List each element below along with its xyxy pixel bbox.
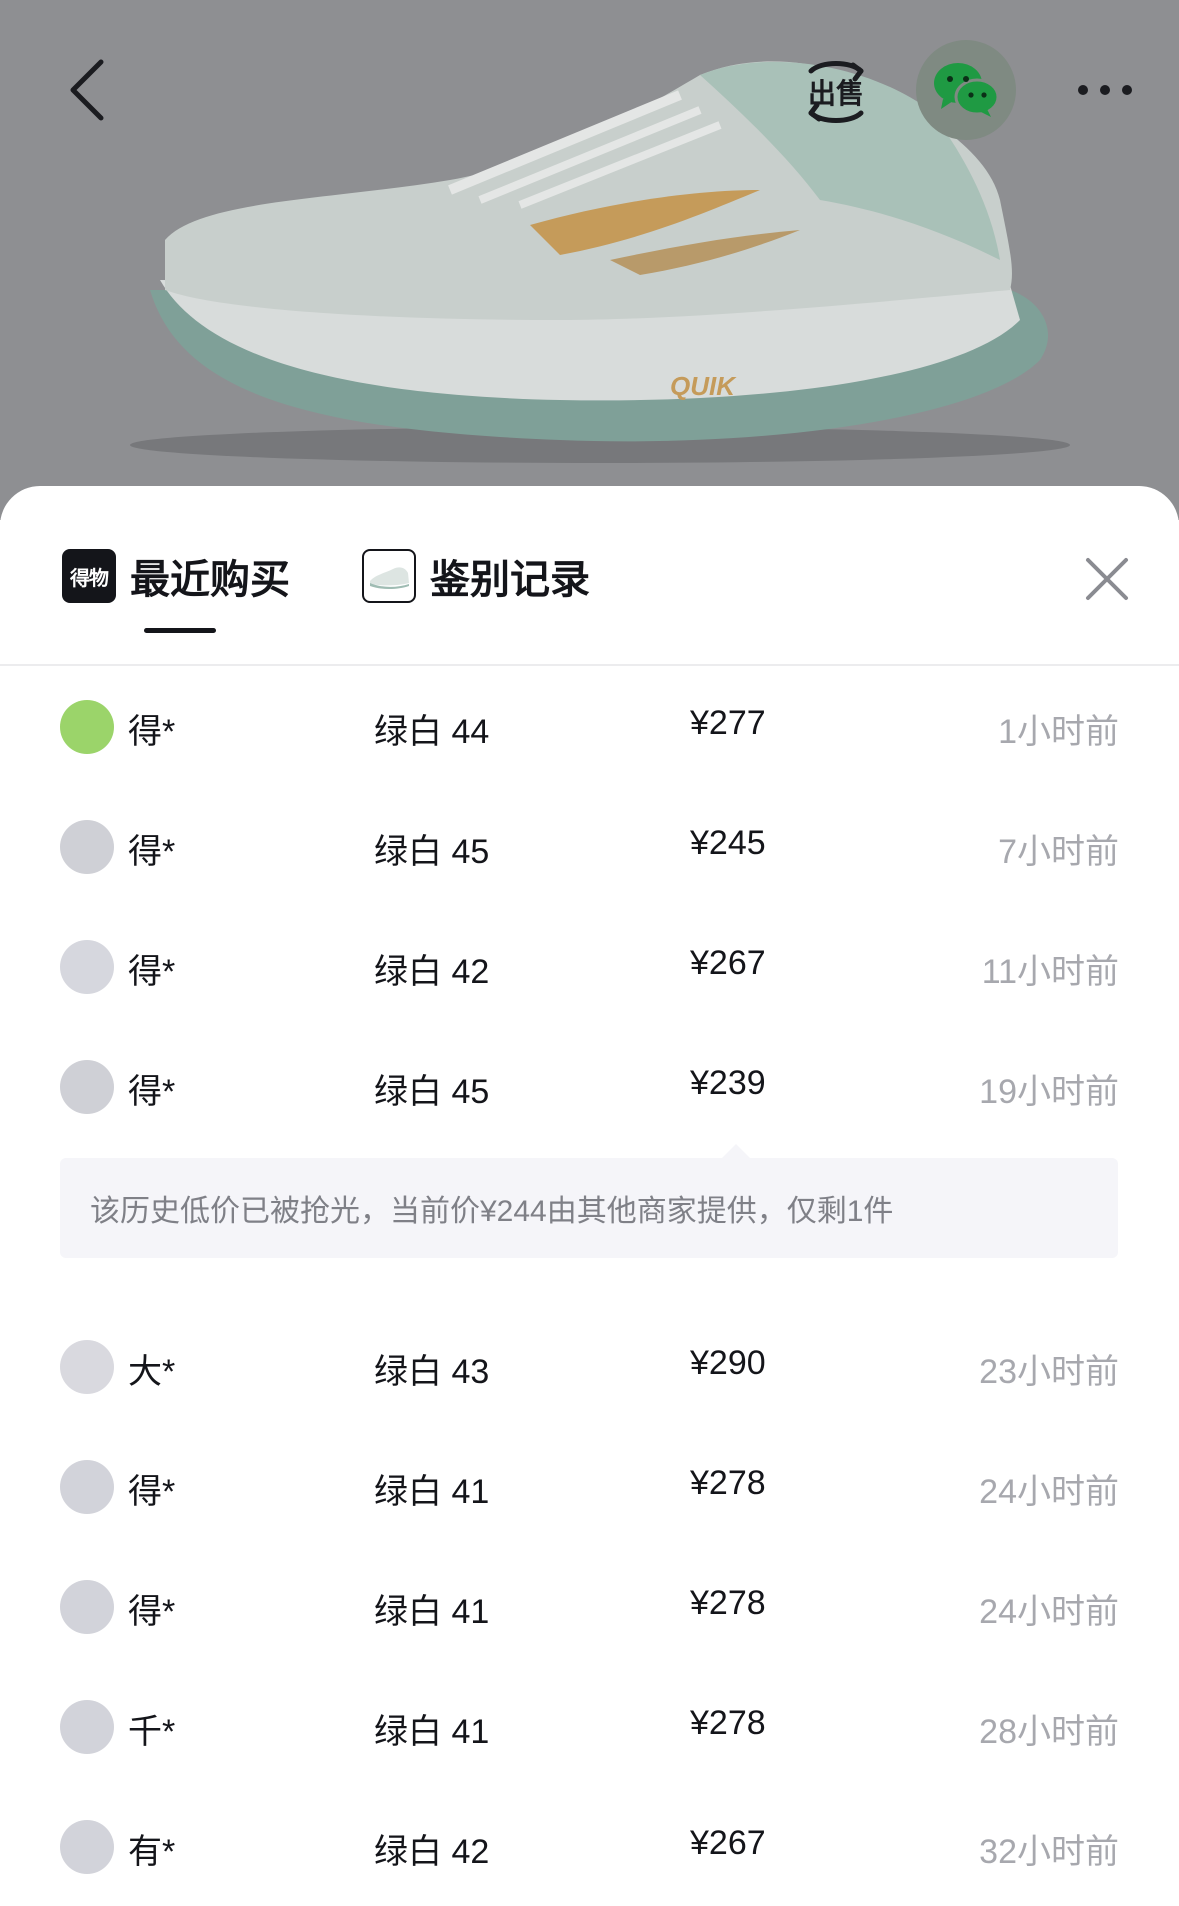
buyer-name: 得* [128, 1473, 176, 1511]
chevron-left-icon [70, 59, 104, 121]
purchase-record-row: 得* 绿白 44 ¥277 1小时前 [0, 666, 1179, 786]
size-spec: 绿白 45 [374, 1073, 490, 1111]
purchase-records-sheet: 得物 最近购买 鉴别记录 得* 绿白 44 ¥277 1小时前 得* 绿白 45… [0, 486, 1179, 1877]
buyer-name: 得* [128, 1073, 176, 1111]
purchase-time: 24小时前 [979, 1473, 1119, 1511]
buyer-name: 得* [128, 953, 176, 991]
price-notice-text: 该历史低价已被抢光，当前价¥244由其他商家提供，仅剩1件 [90, 1195, 894, 1228]
buyer-avatar[interactable] [60, 700, 114, 754]
sell-button[interactable]: 出售 [796, 52, 876, 132]
purchase-record-row: 得* 绿白 41 ¥278 24小时前 [0, 1546, 1179, 1666]
buyer-avatar[interactable] [60, 1060, 114, 1114]
purchase-price: ¥277 [690, 704, 766, 742]
size-spec: 绿白 44 [374, 713, 490, 751]
tab-bar: 得物 最近购买 鉴别记录 [0, 486, 1179, 666]
svg-text:QUIK: QUIK [670, 371, 737, 401]
purchase-price: ¥239 [690, 1064, 766, 1102]
buyer-avatar[interactable] [60, 1700, 114, 1754]
buyer-avatar[interactable] [60, 820, 114, 874]
product-image-area: QUIK 出售 [0, 0, 1179, 520]
purchase-time: 19小时前 [979, 1073, 1119, 1111]
wechat-share-button[interactable] [916, 40, 1016, 140]
size-spec: 绿白 45 [374, 833, 490, 871]
purchase-record-row: 得* 绿白 45 ¥245 7小时前 [0, 786, 1179, 906]
buyer-avatar[interactable] [60, 1580, 114, 1634]
purchase-record-row: 有* 绿白 42 ¥267 32小时前 [0, 1786, 1179, 1906]
tab-label-authentication: 鉴别记录 [430, 558, 590, 602]
purchase-price: ¥278 [690, 1464, 766, 1502]
dewu-logo-text: 得物 [70, 567, 109, 590]
buyer-name: 有* [128, 1833, 176, 1871]
purchase-price: ¥278 [690, 1584, 766, 1622]
purchase-price: ¥267 [690, 1824, 766, 1862]
size-spec: 绿白 43 [374, 1353, 490, 1391]
close-button[interactable] [1080, 552, 1134, 606]
purchase-price: ¥278 [690, 1704, 766, 1742]
size-spec: 绿白 41 [374, 1713, 490, 1751]
close-icon [1086, 558, 1128, 600]
buyer-avatar[interactable] [60, 940, 114, 994]
sneaker-thumbnail-icon [362, 549, 416, 603]
size-spec: 绿白 41 [374, 1593, 490, 1631]
buyer-name: 得* [128, 833, 176, 871]
purchase-time: 28小时前 [979, 1713, 1119, 1751]
buyer-avatar[interactable] [60, 1340, 114, 1394]
back-button[interactable] [52, 50, 122, 130]
notice-pointer [722, 1144, 750, 1158]
price-notice-container: 该历史低价已被抢光，当前价¥244由其他商家提供，仅剩1件 [0, 1144, 1179, 1306]
size-spec: 绿白 42 [374, 1833, 490, 1871]
purchase-time: 11小时前 [981, 953, 1119, 991]
buyer-avatar[interactable] [60, 1820, 114, 1874]
more-dots-icon [1078, 85, 1132, 95]
purchase-price: ¥267 [690, 944, 766, 982]
purchase-time: 7小时前 [998, 833, 1119, 871]
tab-authentication-records[interactable]: 鉴别记录 [362, 546, 590, 606]
price-notice: 该历史低价已被抢光，当前价¥244由其他商家提供，仅剩1件 [60, 1158, 1118, 1258]
purchase-record-list: 得* 绿白 44 ¥277 1小时前 得* 绿白 45 ¥245 7小时前 得*… [0, 666, 1179, 1906]
buyer-name: 千* [128, 1713, 176, 1751]
purchase-record-row: 得* 绿白 45 ¥239 19小时前 [0, 1026, 1179, 1146]
purchase-record-row: 得* 绿白 42 ¥267 11小时前 [0, 906, 1179, 1026]
size-spec: 绿白 41 [374, 1473, 490, 1511]
size-spec: 绿白 42 [374, 953, 490, 991]
purchase-time: 32小时前 [979, 1833, 1119, 1871]
tab-recent-purchases[interactable]: 得物 最近购买 [62, 546, 290, 606]
buyer-name: 得* [128, 713, 176, 751]
buyer-avatar[interactable] [60, 1460, 114, 1514]
purchase-record-row: 得* 绿白 41 ¥278 24小时前 [0, 1426, 1179, 1546]
purchase-price: ¥290 [690, 1344, 766, 1382]
buyer-name: 得* [128, 1593, 176, 1631]
purchase-time: 23小时前 [979, 1353, 1119, 1391]
purchase-record-row: 大* 绿白 43 ¥290 23小时前 [0, 1306, 1179, 1426]
sell-label: 出售 [807, 78, 864, 109]
purchase-time: 24小时前 [979, 1593, 1119, 1631]
tab-label-recent: 最近购买 [130, 558, 290, 602]
wechat-icon [934, 63, 1000, 117]
active-tab-indicator [144, 628, 216, 633]
dewu-logo-icon: 得物 [62, 549, 116, 603]
purchase-time: 1小时前 [998, 713, 1119, 751]
buyer-name: 大* [128, 1353, 176, 1391]
more-button[interactable] [1060, 60, 1150, 120]
purchase-price: ¥245 [690, 824, 766, 862]
purchase-record-row: 千* 绿白 41 ¥278 28小时前 [0, 1666, 1179, 1786]
